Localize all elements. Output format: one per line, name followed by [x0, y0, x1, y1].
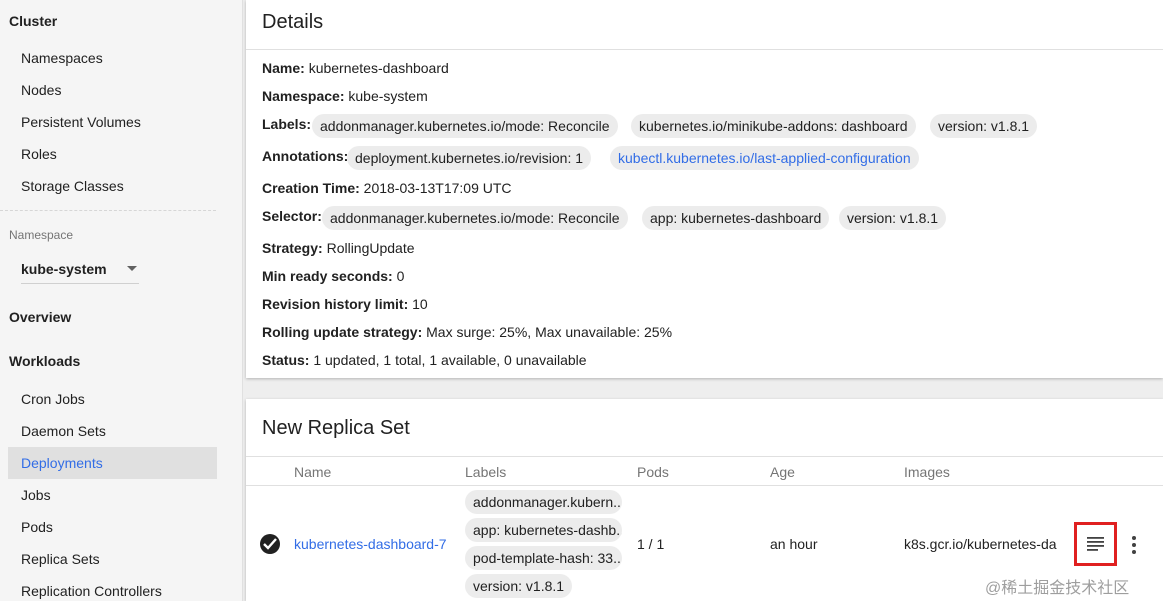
- detail-strategy: Strategy: RollingUpdate: [262, 240, 415, 256]
- details-card: Details Name: kubernetes-dashboard Names…: [246, 0, 1163, 378]
- column-header-pods: Pods: [637, 464, 669, 480]
- details-title: Details: [262, 11, 324, 33]
- column-header-labels: Labels: [465, 464, 507, 480]
- detail-creation-label: Creation Time:: [262, 180, 360, 196]
- sidebar-item-jobs[interactable]: Jobs: [21, 487, 51, 503]
- detail-creation-time: Creation Time: 2018-03-13T17:09 UTC: [262, 180, 512, 196]
- sidebar-item-replica-sets[interactable]: Replica Sets: [21, 551, 100, 567]
- detail-revision-label: Revision history limit:: [262, 296, 409, 312]
- detail-revision-history: Revision history limit: 10: [262, 296, 428, 312]
- details-divider: [246, 49, 1163, 50]
- namespace-value: kube-system: [21, 261, 107, 277]
- label-chip: kubernetes.io/minikube-addons: dashboard: [631, 114, 916, 138]
- detail-name: Name: kubernetes-dashboard: [262, 60, 449, 76]
- sidebar-item-cron-jobs[interactable]: Cron Jobs: [21, 391, 85, 407]
- detail-strategy-value: RollingUpdate: [326, 240, 415, 256]
- detail-revision-value: 10: [412, 296, 428, 312]
- detail-rolling-value: Max surge: 25%, Max unavailable: 25%: [426, 324, 673, 340]
- replica-set-title: New Replica Set: [262, 417, 410, 439]
- selector-chip: version: v1.8.1: [839, 206, 947, 230]
- detail-status-value: 1 updated, 1 total, 1 available, 0 unava…: [313, 352, 587, 368]
- sidebar-section-cluster: Cluster: [9, 13, 58, 29]
- replica-set-name-link[interactable]: kubernetes-dashboard-7: [294, 536, 447, 552]
- namespace-select[interactable]: kube-system: [21, 258, 139, 284]
- annotation-link-chip[interactable]: kubectl.kubernetes.io/last-applied-confi…: [610, 146, 919, 170]
- column-header-name[interactable]: Name: [294, 464, 331, 480]
- detail-labels: Labels:: [262, 116, 311, 132]
- label-chip: addonmanager.kubernetes.io/mode: Reconci…: [312, 114, 618, 138]
- detail-name-value: kubernetes-dashboard: [308, 60, 449, 76]
- selector-chip: addonmanager.kubernetes.io/mode: Reconci…: [322, 206, 628, 230]
- sidebar: Cluster Namespaces Nodes Persistent Volu…: [0, 0, 243, 601]
- detail-status-label: Status:: [262, 352, 310, 368]
- detail-rolling-label: Rolling update strategy:: [262, 324, 423, 340]
- selector-chip: app: kubernetes-dashboard: [642, 206, 830, 230]
- column-header-age[interactable]: Age: [770, 464, 795, 480]
- detail-namespace-label: Namespace:: [262, 88, 345, 104]
- sidebar-item-roles[interactable]: Roles: [21, 146, 57, 162]
- label-chip: version: v1.8.1: [930, 114, 1038, 138]
- sidebar-item-daemon-sets[interactable]: Daemon Sets: [21, 423, 106, 439]
- row-images: k8s.gcr.io/kubernetes-da: [904, 536, 1057, 552]
- sidebar-item-namespaces[interactable]: Namespaces: [21, 50, 103, 66]
- detail-annotations: Annotations:: [262, 148, 348, 164]
- detail-creation-value: 2018-03-13T17:09 UTC: [363, 180, 512, 196]
- detail-annotations-label: Annotations:: [262, 148, 349, 164]
- sidebar-item-overview[interactable]: Overview: [9, 309, 71, 325]
- sidebar-item-persistent-volumes[interactable]: Persistent Volumes: [21, 114, 141, 130]
- row-label-chip: app: kubernetes-dashb...: [465, 518, 622, 542]
- row-label-chip: addonmanager.kubern...: [465, 490, 622, 514]
- annotation-chip: deployment.kubernetes.io/revision: 1: [347, 146, 592, 170]
- watermark: @稀土掘金技术社区: [985, 580, 1130, 597]
- logs-button[interactable]: [1074, 522, 1117, 566]
- row-label-chip: version: v1.8.1: [465, 574, 573, 598]
- detail-selector-label: Selector:: [262, 208, 322, 224]
- sidebar-item-pods[interactable]: Pods: [21, 519, 53, 535]
- row-label-chip: pod-template-hash: 33...: [465, 546, 622, 570]
- detail-selector: Selector:: [262, 208, 322, 224]
- detail-labels-label: Labels:: [262, 116, 312, 132]
- detail-status: Status: 1 updated, 1 total, 1 available,…: [262, 352, 587, 368]
- detail-namespace: Namespace: kube-system: [262, 88, 428, 104]
- column-header-images: Images: [904, 464, 950, 480]
- detail-strategy-label: Strategy:: [262, 240, 323, 256]
- detail-name-label: Name:: [262, 60, 305, 76]
- check-circle-icon: [260, 534, 280, 554]
- sidebar-item-storage-classes[interactable]: Storage Classes: [21, 178, 124, 194]
- more-vert-icon[interactable]: [1128, 535, 1140, 555]
- chevron-down-icon: [127, 266, 137, 271]
- sidebar-item-nodes[interactable]: Nodes: [21, 82, 61, 98]
- row-age: an hour: [770, 536, 818, 552]
- row-pods: 1 / 1: [637, 536, 665, 552]
- detail-namespace-value: kube-system: [348, 88, 428, 104]
- sidebar-divider: [0, 210, 216, 211]
- sidebar-item-deployments[interactable]: Deployments: [21, 455, 103, 471]
- sidebar-item-replication-controllers[interactable]: Replication Controllers: [21, 583, 162, 599]
- detail-min-ready: Min ready seconds: 0: [262, 268, 404, 284]
- detail-minready-value: 0: [396, 268, 405, 284]
- replica-header-divider: [246, 485, 1163, 486]
- namespace-label: Namespace: [9, 228, 74, 242]
- detail-minready-label: Min ready seconds:: [262, 268, 393, 284]
- replica-set-card: New Replica Set: [246, 399, 1163, 601]
- sidebar-section-workloads[interactable]: Workloads: [9, 353, 80, 369]
- detail-rolling-update: Rolling update strategy: Max surge: 25%,…: [262, 324, 672, 340]
- logs-icon: [1087, 537, 1104, 551]
- replica-title-divider: [246, 456, 1163, 457]
